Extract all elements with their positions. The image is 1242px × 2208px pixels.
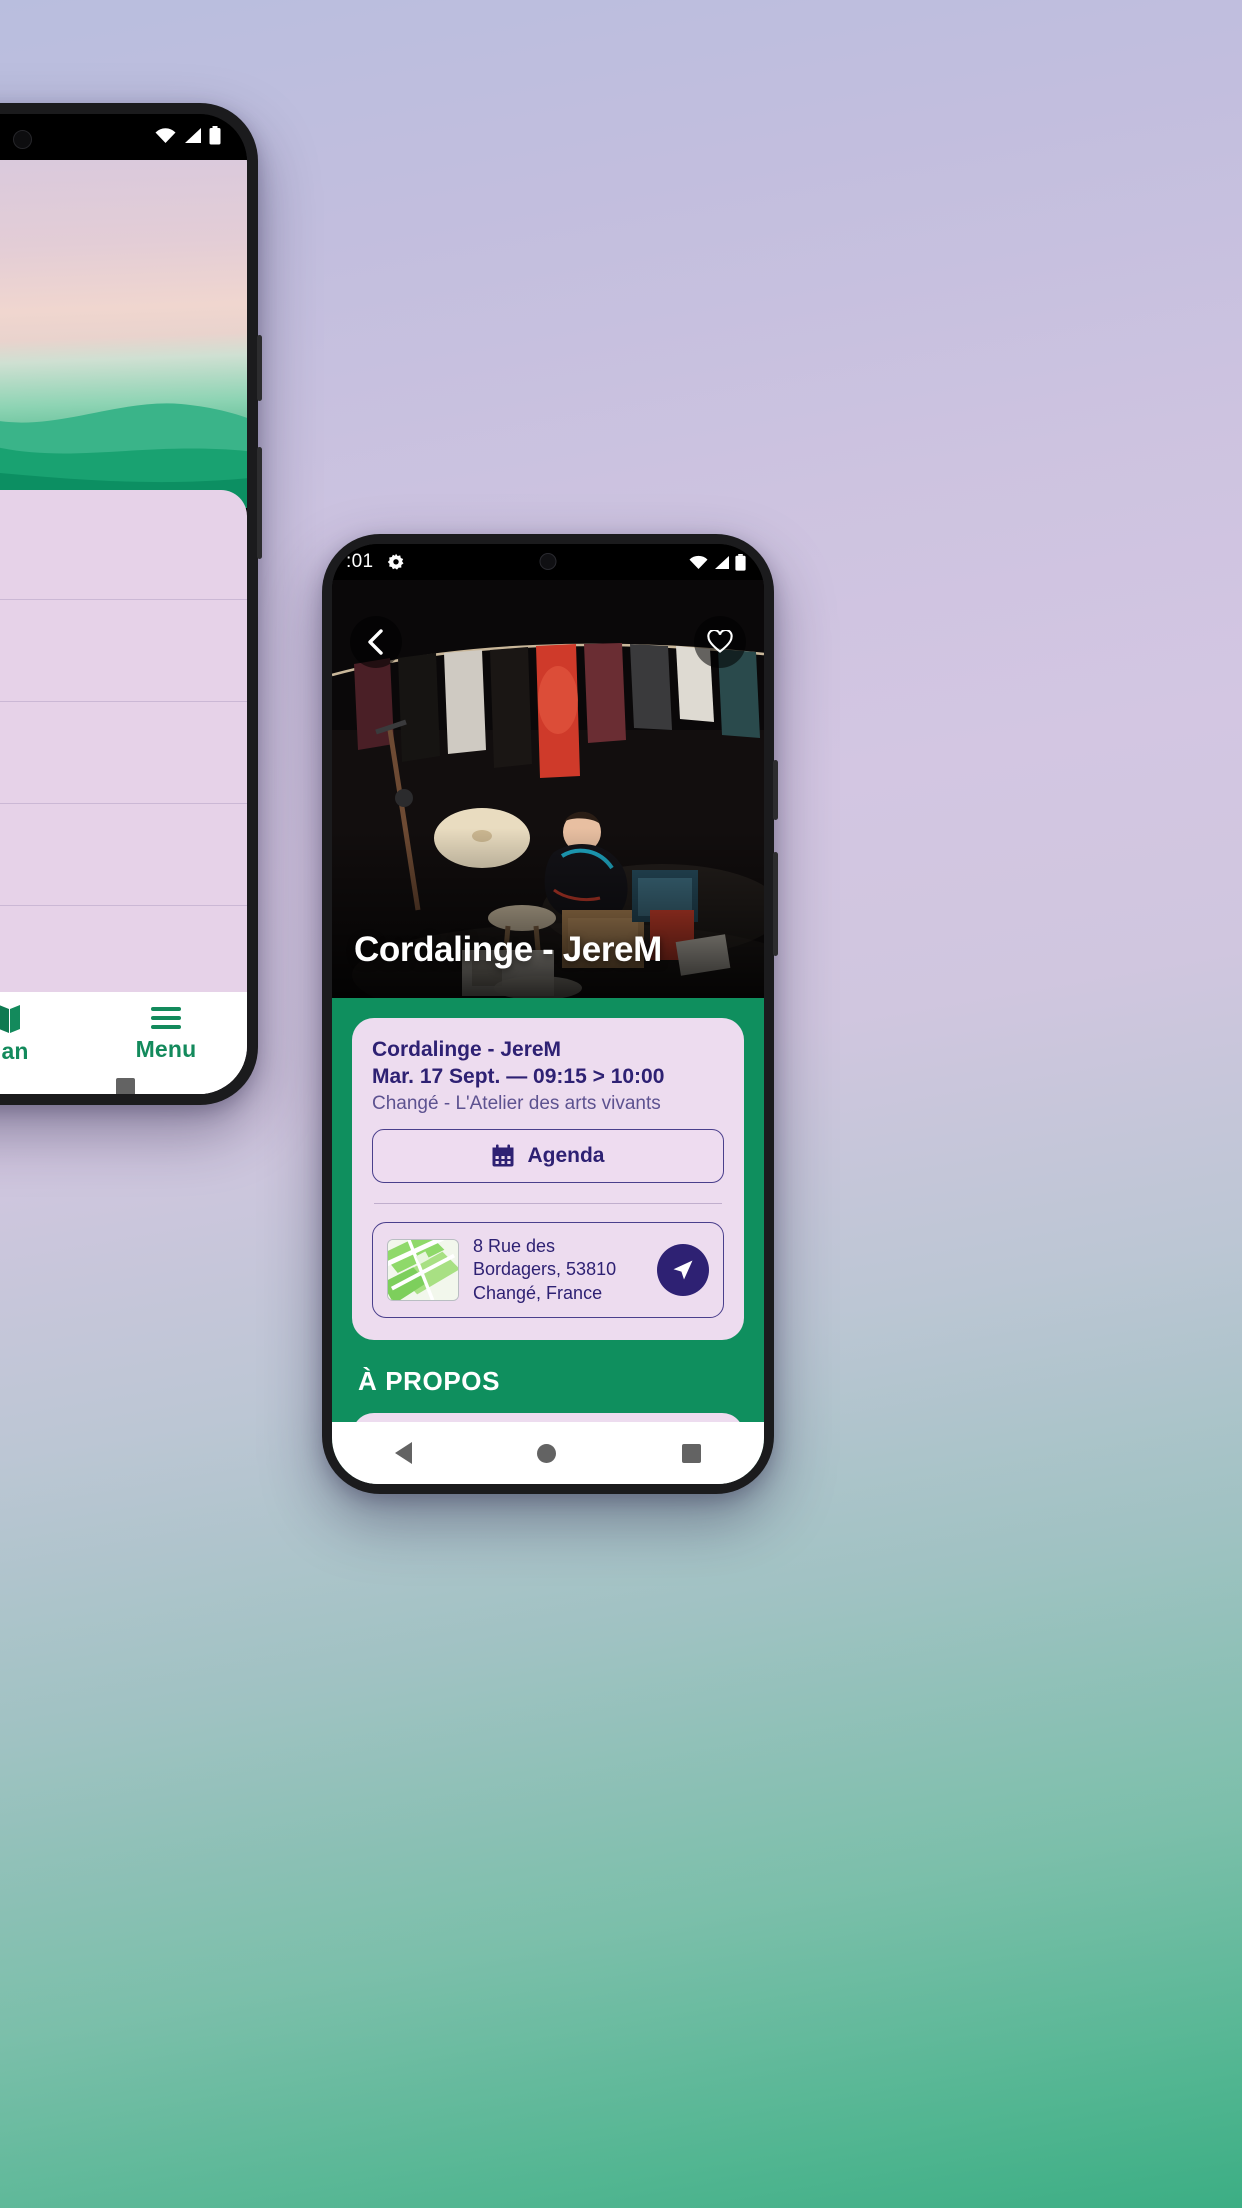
- home-circle-icon[interactable]: [537, 1443, 557, 1463]
- front-camera-punchhole: [13, 130, 32, 149]
- left-status-bar: [0, 114, 247, 160]
- left-phone-power-button[interactable]: [257, 447, 262, 559]
- hero-gradient-overlay: [332, 828, 764, 998]
- address-line1: 8 Rue des Bordagers, 53810: [473, 1236, 617, 1280]
- right-phone-screen-inner: :01 Cordalinge - JereM Cordalinge - Jere…: [332, 544, 764, 1484]
- back-button[interactable]: [350, 616, 402, 668]
- address-text: 8 Rue des Bordagers, 53810 Changé, Franc…: [473, 1235, 643, 1305]
- agenda-button-label: Agenda: [527, 1144, 605, 1167]
- favorite-button[interactable]: [694, 616, 746, 668]
- signal-icon: [185, 128, 201, 143]
- agenda-button[interactable]: Agenda: [372, 1129, 724, 1183]
- right-phone-frame: :01 Cordalinge - JereM Cordalinge - Jere…: [322, 534, 778, 1494]
- navigation-arrow-icon: [673, 1260, 693, 1280]
- nav-label-plan: Plan: [0, 1038, 29, 1064]
- hero-image-section: Cordalinge - JereM: [332, 580, 764, 998]
- left-status-icons: [155, 126, 221, 145]
- left-phone-screen: tiles ations ts ccueil: [0, 114, 247, 1094]
- address-line2: Changé, France: [473, 1282, 603, 1303]
- card-divider: [374, 1203, 722, 1204]
- nav-item-menu[interactable]: Menu: [85, 1004, 247, 1063]
- event-info-card: Cordalinge - JereM Mar. 17 Sept. — 09:15…: [352, 1018, 744, 1341]
- chevron-left-icon: [368, 629, 383, 655]
- recents-square-icon[interactable]: [682, 1443, 702, 1463]
- list-item[interactable]: ations: [0, 804, 247, 906]
- battery-icon: [209, 126, 221, 145]
- event-datetime: Mar. 17 Sept. — 09:15 > 10:00: [372, 1065, 665, 1088]
- hamburger-icon: [151, 1007, 181, 1029]
- directions-button[interactable]: [657, 1244, 709, 1297]
- left-content-sheet: tiles ations ts ccueil: [0, 490, 247, 1094]
- battery-icon: [735, 553, 746, 571]
- address-row[interactable]: 8 Rue des Bordagers, 53810 Changé, Franc…: [372, 1222, 724, 1319]
- nav-label-menu: Menu: [135, 1036, 197, 1062]
- recents-square-icon[interactable]: [116, 1077, 135, 1094]
- left-system-nav-bar: [0, 1064, 247, 1094]
- nav-item-plan[interactable]: Plan: [0, 1004, 85, 1065]
- hills-illustration: [0, 403, 247, 508]
- wifi-icon: [155, 128, 176, 143]
- signal-icon: [715, 555, 729, 569]
- front-camera-punchhole: [539, 553, 557, 570]
- list-item[interactable]: tiles: [0, 498, 247, 600]
- left-phone-frame: tiles ations ts ccueil: [0, 103, 262, 1105]
- heart-icon: [707, 630, 733, 653]
- map-thumbnail[interactable]: [387, 1239, 459, 1302]
- status-time: :01: [346, 551, 374, 572]
- left-phone-screen-inner: tiles ations ts ccueil: [0, 114, 247, 1094]
- right-phone-screen: :01 Cordalinge - JereM Cordalinge - Jere…: [332, 544, 764, 1484]
- right-status-bar: :01: [332, 544, 764, 580]
- back-triangle-icon[interactable]: [394, 1442, 412, 1464]
- right-phone-power-button[interactable]: [773, 852, 778, 956]
- hero-title: Cordalinge - JereM: [354, 930, 662, 969]
- calendar-icon: [492, 1144, 514, 1167]
- right-phone-volume-button[interactable]: [773, 760, 778, 820]
- detail-body: Cordalinge - JereM Mar. 17 Sept. — 09:15…: [332, 998, 764, 1484]
- event-venue: Changé - L'Atelier des arts vivants: [372, 1093, 661, 1114]
- left-phone-volume-button[interactable]: [257, 335, 262, 401]
- map-icon: [0, 1005, 20, 1033]
- event-title: Cordalinge - JereM: [372, 1038, 562, 1061]
- left-hero-illustration: [0, 160, 247, 508]
- gear-icon: [388, 553, 404, 570]
- map-thumbnail-graphic: [388, 1240, 458, 1301]
- list-item[interactable]: [0, 702, 247, 804]
- list-item[interactable]: [0, 600, 247, 702]
- wifi-icon: [689, 555, 708, 569]
- right-status-icons: [689, 553, 746, 571]
- about-section-title: À PROPOS: [358, 1366, 501, 1397]
- right-system-nav-bar: [332, 1422, 764, 1484]
